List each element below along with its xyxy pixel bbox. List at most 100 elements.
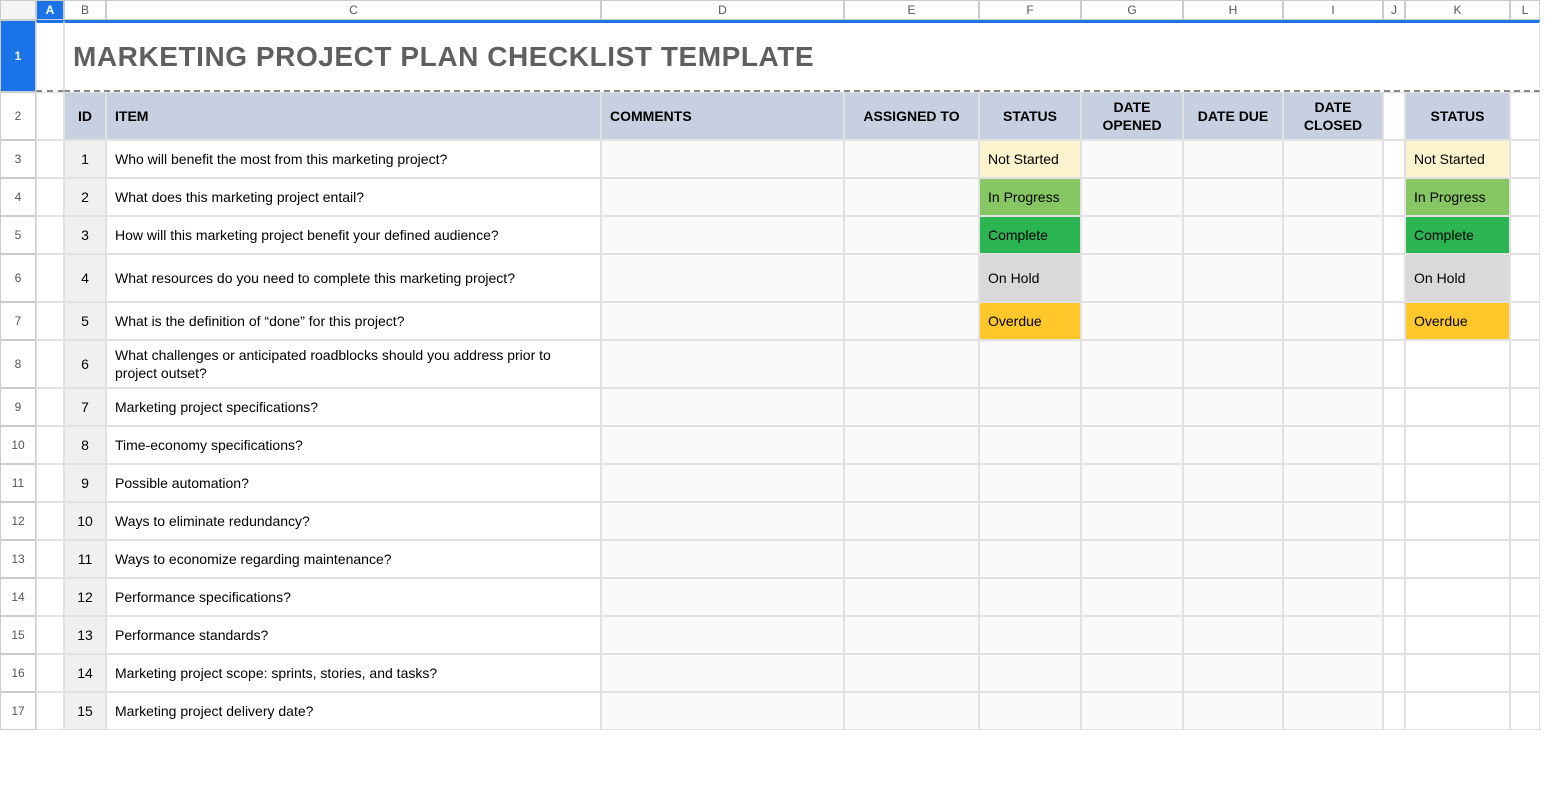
cell-date-due-17[interactable] [1183,692,1283,730]
cell-A4[interactable] [36,178,64,216]
cell-date-due-13[interactable] [1183,540,1283,578]
cell-comments-9[interactable] [601,388,844,426]
cell-L17[interactable] [1510,692,1540,730]
legend-4[interactable]: In Progress [1405,178,1510,216]
cell-assigned-17[interactable] [844,692,979,730]
cell-comments-4[interactable] [601,178,844,216]
title-cell[interactable]: MARKETING PROJECT PLAN CHECKLIST TEMPLAT… [64,20,1540,92]
cell-item-12[interactable]: Ways to eliminate redundancy? [106,502,601,540]
cell-assigned-13[interactable] [844,540,979,578]
cell-L7[interactable] [1510,302,1540,340]
cell-date-closed-17[interactable] [1283,692,1383,730]
cell-L12[interactable] [1510,502,1540,540]
cell-assigned-5[interactable] [844,216,979,254]
cell-date-closed-8[interactable] [1283,340,1383,388]
header-date-opened[interactable]: DATE OPENED [1081,92,1183,140]
cell-date-opened-14[interactable] [1081,578,1183,616]
cell-A7[interactable] [36,302,64,340]
header-legend-status[interactable]: STATUS [1405,92,1510,140]
cell-status-12[interactable] [979,502,1081,540]
row-header-9[interactable]: 9 [0,388,36,426]
row-header-16[interactable]: 16 [0,654,36,692]
cell-L13[interactable] [1510,540,1540,578]
cell-status-9[interactable] [979,388,1081,426]
cell-J10[interactable] [1383,426,1405,464]
cell-id-4[interactable]: 2 [64,178,106,216]
cell-date-closed-13[interactable] [1283,540,1383,578]
row-header-10[interactable]: 10 [0,426,36,464]
cell-item-17[interactable]: Marketing project delivery date? [106,692,601,730]
cell-id-7[interactable]: 5 [64,302,106,340]
cell-comments-10[interactable] [601,426,844,464]
cell-id-12[interactable]: 10 [64,502,106,540]
cell-id-3[interactable]: 1 [64,140,106,178]
cell-status-5[interactable]: Complete [979,216,1081,254]
row-header-5[interactable]: 5 [0,216,36,254]
column-header-B[interactable]: B [64,0,106,20]
cell-date-closed-6[interactable] [1283,254,1383,302]
cell-date-opened-3[interactable] [1081,140,1183,178]
row-header-13[interactable]: 13 [0,540,36,578]
cell-A5[interactable] [36,216,64,254]
cell-date-closed-9[interactable] [1283,388,1383,426]
cell-item-15[interactable]: Performance standards? [106,616,601,654]
cell-L3[interactable] [1510,140,1540,178]
cell-assigned-14[interactable] [844,578,979,616]
cell-date-due-8[interactable] [1183,340,1283,388]
cell-A15[interactable] [36,616,64,654]
cell-assigned-9[interactable] [844,388,979,426]
cell-date-closed-12[interactable] [1283,502,1383,540]
cell-date-due-16[interactable] [1183,654,1283,692]
column-header-D[interactable]: D [601,0,844,20]
cell-A16[interactable] [36,654,64,692]
row-header-3[interactable]: 3 [0,140,36,178]
cell-J15[interactable] [1383,616,1405,654]
cell-item-13[interactable]: Ways to economize regarding maintenance? [106,540,601,578]
cell-date-closed-3[interactable] [1283,140,1383,178]
cell-L14[interactable] [1510,578,1540,616]
cell-A1[interactable] [36,20,64,92]
cell-J13[interactable] [1383,540,1405,578]
cell-J12[interactable] [1383,502,1405,540]
cell-comments-6[interactable] [601,254,844,302]
cell-id-5[interactable]: 3 [64,216,106,254]
cell-L15[interactable] [1510,616,1540,654]
cell-comments-14[interactable] [601,578,844,616]
cell-K14[interactable] [1405,578,1510,616]
cell-A17[interactable] [36,692,64,730]
cell-status-10[interactable] [979,426,1081,464]
cell-L9[interactable] [1510,388,1540,426]
row-header-8[interactable]: 8 [0,340,36,388]
row-header-6[interactable]: 6 [0,254,36,302]
cell-date-closed-7[interactable] [1283,302,1383,340]
cell-K17[interactable] [1405,692,1510,730]
cell-J4[interactable] [1383,178,1405,216]
cell-date-opened-7[interactable] [1081,302,1183,340]
header-item[interactable]: ITEM [106,92,601,140]
cell-K9[interactable] [1405,388,1510,426]
cell-id-11[interactable]: 9 [64,464,106,502]
cell-date-due-9[interactable] [1183,388,1283,426]
cell-id-16[interactable]: 14 [64,654,106,692]
cell-item-8[interactable]: What challenges or anticipated roadblock… [106,340,601,388]
row-header-17[interactable]: 17 [0,692,36,730]
cell-comments-8[interactable] [601,340,844,388]
cell-date-opened-10[interactable] [1081,426,1183,464]
cell-date-due-5[interactable] [1183,216,1283,254]
cell-id-15[interactable]: 13 [64,616,106,654]
cell-assigned-8[interactable] [844,340,979,388]
cell-id-10[interactable]: 8 [64,426,106,464]
cell-date-due-4[interactable] [1183,178,1283,216]
cell-assigned-12[interactable] [844,502,979,540]
cell-id-14[interactable]: 12 [64,578,106,616]
cell-L4[interactable] [1510,178,1540,216]
cell-date-due-15[interactable] [1183,616,1283,654]
cell-date-closed-16[interactable] [1283,654,1383,692]
header-date-closed[interactable]: DATE CLOSED [1283,92,1383,140]
cell-assigned-4[interactable] [844,178,979,216]
cell-L8[interactable] [1510,340,1540,388]
column-header-H[interactable]: H [1183,0,1283,20]
row-header-14[interactable]: 14 [0,578,36,616]
column-header-L[interactable]: L [1510,0,1540,20]
cell-comments-11[interactable] [601,464,844,502]
